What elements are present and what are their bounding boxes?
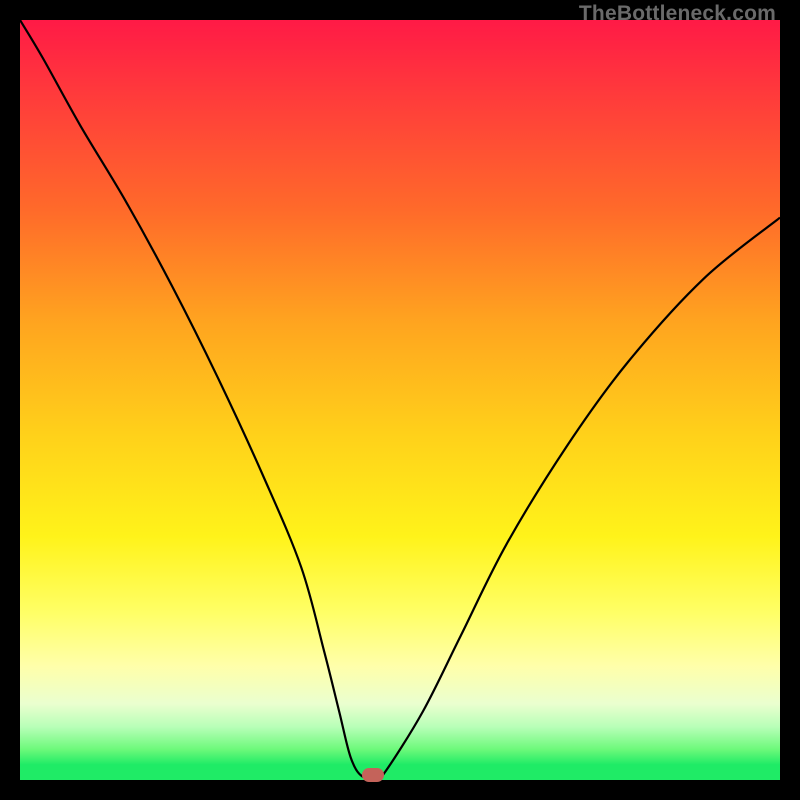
bottleneck-curve <box>20 20 780 780</box>
plot-area <box>20 20 780 780</box>
chart-container: TheBottleneck.com <box>0 0 800 800</box>
watermark-label: TheBottleneck.com <box>579 2 776 26</box>
curve-path <box>20 20 780 778</box>
minimum-marker <box>362 768 384 782</box>
